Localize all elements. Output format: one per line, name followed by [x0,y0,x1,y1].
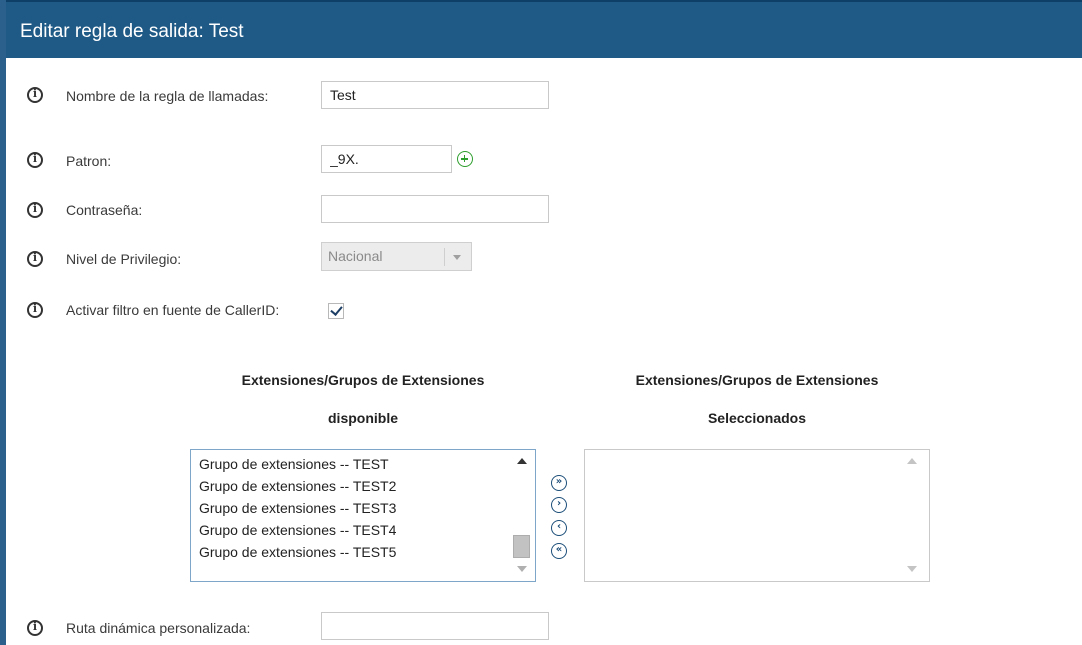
available-list[interactable]: Grupo de extensiones -- TEST Grupo de ex… [190,449,536,582]
info-icon[interactable] [27,302,43,318]
scrollbar-thumb[interactable] [513,535,530,558]
add-all-button[interactable]: » [551,475,567,491]
pattern-label: Patron: [66,153,112,169]
dialog-title: Editar regla de salida: Test [20,21,244,42]
callerid-filter-checkbox[interactable] [328,303,344,319]
privilege-select[interactable]: Nacional [321,242,472,271]
info-icon[interactable] [27,202,43,218]
scroll-down-arrow[interactable] [517,566,527,572]
add-selected-button[interactable]: › [551,497,567,513]
list-item[interactable]: Grupo de extensiones -- TEST3 [199,497,396,519]
list-item[interactable]: Grupo de extensiones -- TEST [199,453,389,475]
remove-all-button[interactable]: « [551,543,567,559]
password-input[interactable] [321,195,549,223]
selected-list[interactable] [584,449,930,582]
available-subheading: disponible [328,410,398,426]
info-icon[interactable] [27,152,43,168]
rule-name-input[interactable] [321,81,549,109]
info-icon[interactable] [27,620,43,636]
available-heading: Extensiones/Grupos de Extensiones [241,372,485,388]
pattern-input[interactable] [321,145,452,173]
info-icon[interactable] [27,251,43,267]
dynamic-route-label: Ruta dinámica personalizada: [66,620,251,636]
dynamic-route-input[interactable] [321,612,549,640]
title-bar: Editar regla de salida: Test [6,0,1082,58]
list-item[interactable]: Grupo de extensiones -- TEST5 [199,541,396,563]
scroll-up-arrow[interactable] [517,458,527,464]
scroll-up-arrow[interactable] [907,458,917,464]
select-divider [444,248,445,266]
scroll-down-arrow[interactable] [907,566,917,572]
password-label: Contraseña: [66,202,143,218]
list-item[interactable]: Grupo de extensiones -- TEST4 [199,519,396,541]
info-icon[interactable] [27,87,43,103]
privilege-label: Nivel de Privilegio: [66,251,182,267]
chevron-down-icon [453,255,461,260]
window-frame [0,0,6,645]
remove-selected-button[interactable]: ‹ [551,520,567,536]
selected-heading: Extensiones/Grupos de Extensiones [635,372,879,388]
add-pattern-icon[interactable] [457,151,473,167]
selected-subheading: Seleccionados [707,410,807,426]
list-item[interactable]: Grupo de extensiones -- TEST2 [199,475,396,497]
callerid-filter-label: Activar filtro en fuente de CallerID: [66,302,280,318]
checkmark-icon [330,303,343,316]
rule-name-label: Nombre de la regla de llamadas: [66,88,269,104]
privilege-selected-value: Nacional [328,248,383,264]
